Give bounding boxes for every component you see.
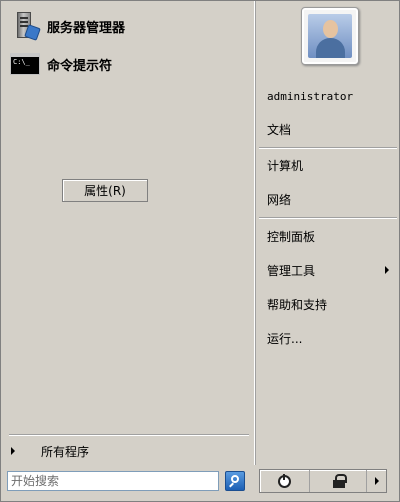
search-button[interactable] bbox=[225, 471, 245, 491]
user-avatar-icon[interactable] bbox=[301, 7, 359, 65]
server-manager-icon bbox=[9, 10, 41, 42]
pinned-item-server-manager[interactable]: 服务器管理器 bbox=[9, 9, 247, 43]
control-panel-link[interactable]: 控制面板 bbox=[267, 225, 393, 247]
all-programs-button[interactable]: 所有程序 bbox=[5, 441, 249, 461]
run-link[interactable]: 运行... bbox=[267, 327, 393, 349]
shutdown-button[interactable] bbox=[260, 470, 310, 492]
left-pane: 服务器管理器 C:\_ 命令提示符 属性(R) 所有程序 bbox=[1, 1, 255, 465]
separator bbox=[259, 217, 397, 219]
lock-icon bbox=[332, 474, 347, 488]
bottom-bar bbox=[1, 465, 399, 501]
documents-link[interactable]: 文档 bbox=[267, 118, 393, 140]
computer-link[interactable]: 计算机 bbox=[267, 154, 393, 176]
pinned-item-command-prompt[interactable]: C:\_ 命令提示符 bbox=[9, 47, 247, 81]
start-search-input[interactable] bbox=[7, 471, 219, 491]
all-programs-label: 所有程序 bbox=[41, 444, 90, 459]
chevron-right-icon bbox=[375, 477, 379, 485]
power-controls bbox=[259, 469, 387, 493]
pinned-item-label: 服务器管理器 bbox=[47, 20, 126, 36]
network-link[interactable]: 网络 bbox=[267, 188, 393, 210]
admin-tools-label: 管理工具 bbox=[267, 263, 316, 278]
power-icon bbox=[278, 473, 291, 488]
left-divider bbox=[9, 434, 249, 436]
properties-button[interactable]: 属性(R) bbox=[62, 179, 148, 202]
power-options-button[interactable] bbox=[368, 470, 386, 492]
start-menu: 服务器管理器 C:\_ 命令提示符 属性(R) 所有程序 administrat… bbox=[0, 0, 400, 502]
command-prompt-icon: C:\_ bbox=[9, 48, 41, 80]
command-prompt-screen-text: C:\_ bbox=[10, 53, 40, 75]
help-support-link[interactable]: 帮助和支持 bbox=[267, 293, 393, 315]
right-pane: administrator 文档 计算机 网络 控制面板 管理工具 帮助和支持 … bbox=[257, 1, 399, 465]
pinned-item-label: 命令提示符 bbox=[47, 58, 113, 74]
chevron-right-icon bbox=[385, 266, 389, 274]
lock-button[interactable] bbox=[311, 470, 367, 492]
admin-tools-menu[interactable]: 管理工具 bbox=[267, 259, 393, 281]
separator bbox=[259, 147, 397, 149]
user-name-link[interactable]: administrator bbox=[267, 85, 393, 107]
chevron-right-icon bbox=[11, 447, 15, 455]
